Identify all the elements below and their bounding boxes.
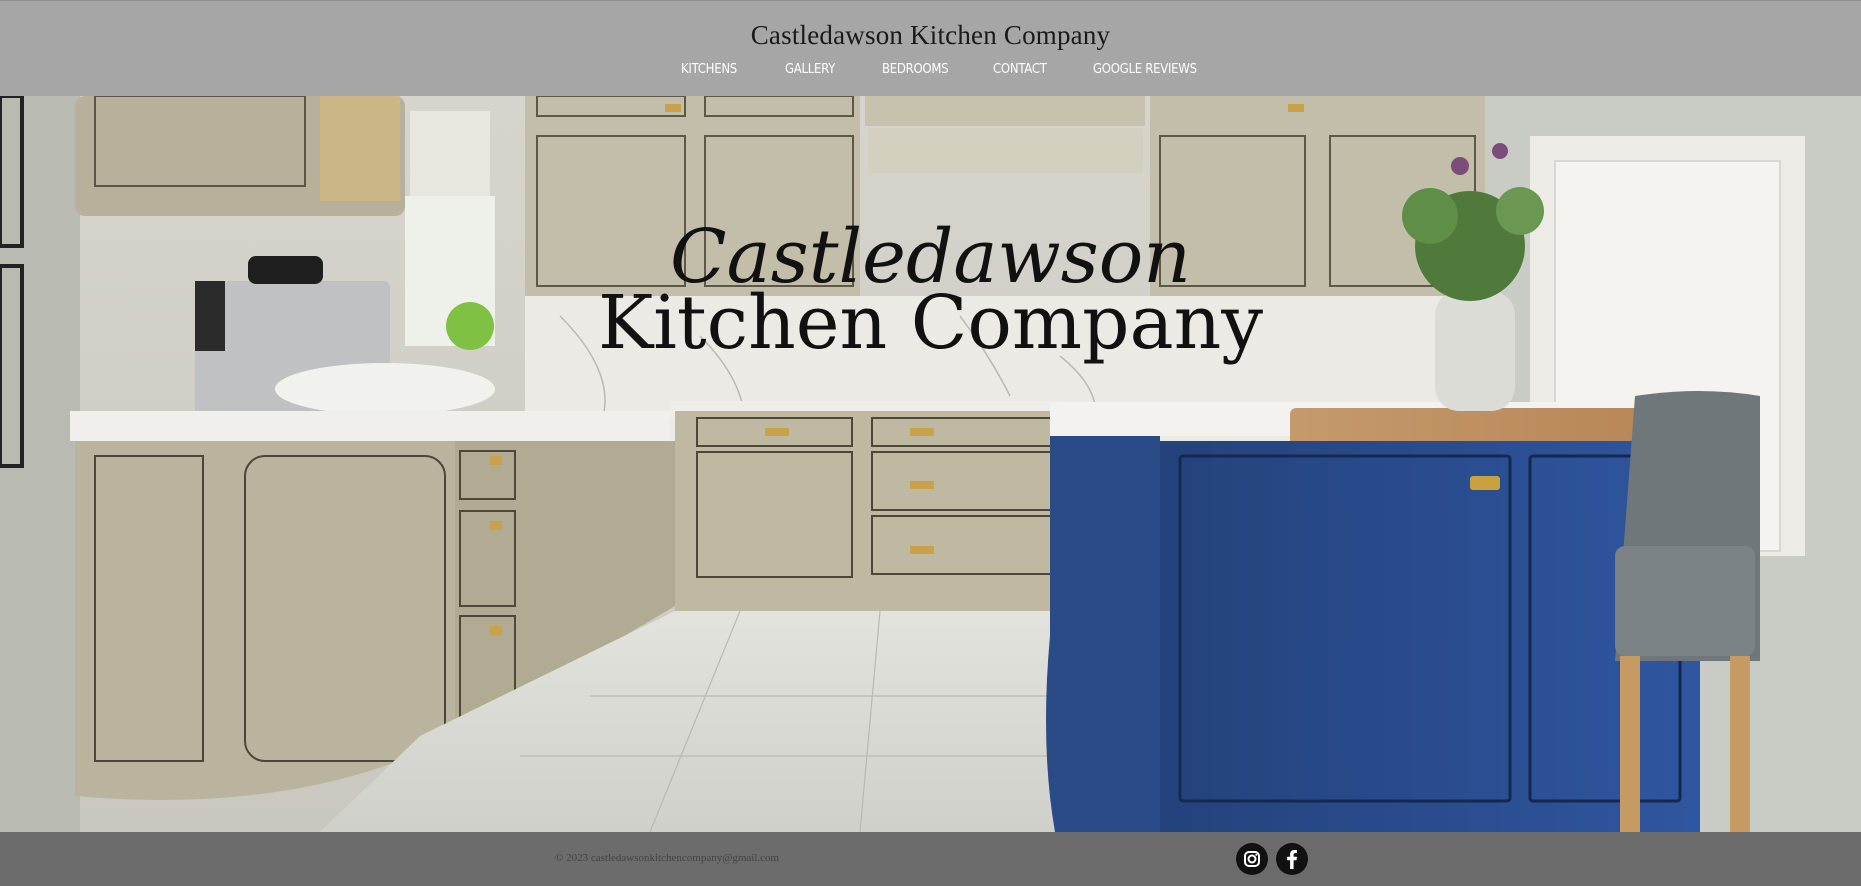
nav-link-contact[interactable]: CONTACT bbox=[993, 62, 1047, 77]
copyright-text: © 2023 castledawsonkitchencompany@gmail.… bbox=[555, 852, 780, 864]
site-title[interactable]: Castledawson Kitchen Company bbox=[0, 20, 1861, 51]
hero-title-line2: Kitchen Company bbox=[597, 280, 1264, 366]
hero-banner: Castledawson Kitchen Company bbox=[0, 96, 1861, 832]
instagram-icon[interactable] bbox=[1236, 843, 1268, 875]
nav-link-gallery[interactable]: GALLERY bbox=[785, 62, 835, 77]
nav-link-bedrooms[interactable]: BEDROOMS bbox=[882, 62, 949, 77]
kitchen-hero-image bbox=[0, 96, 1861, 832]
facebook-icon[interactable] bbox=[1276, 843, 1308, 875]
main-nav: KITCHENS GALLERY BEDROOMS CONTACT GOOGLE… bbox=[0, 62, 1861, 82]
site-footer: © 2023 castledawsonkitchencompany@gmail.… bbox=[0, 832, 1861, 886]
nav-link-kitchens[interactable]: KITCHENS bbox=[681, 62, 737, 77]
nav-link-google-reviews[interactable]: GOOGLE REVIEWS bbox=[1093, 62, 1197, 77]
site-header: Castledawson Kitchen Company KITCHENS GA… bbox=[0, 0, 1861, 96]
